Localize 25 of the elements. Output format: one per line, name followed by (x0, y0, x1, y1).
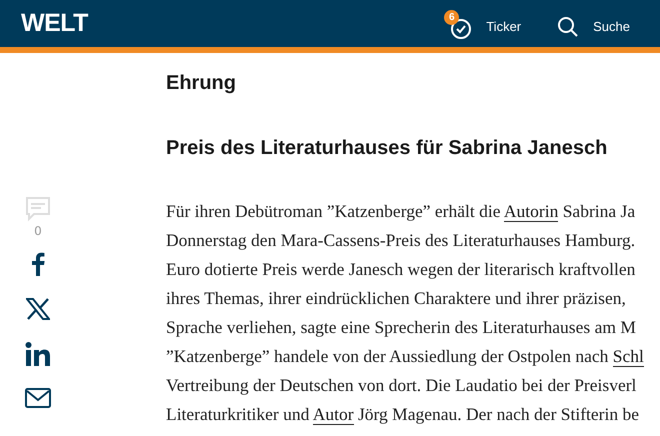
text-run: ”Katzenberge” handele von der Aussiedlung der Ostpolen nach (166, 346, 610, 366)
text-run: Literaturkritiker und (166, 404, 310, 424)
text-run: Euro dotierte Preis werde Janesch wegen der literarisch kraftvollen (166, 259, 636, 279)
comment-count: 0 (34, 224, 42, 238)
facebook-icon[interactable] (31, 252, 45, 276)
search-link[interactable]: Suche (551, 10, 630, 38)
text-run: Sabrina Ja (562, 201, 636, 221)
search-icon (557, 16, 580, 38)
text-run: Für ihren Debütroman ”Katzenberge” erhält die (166, 201, 502, 221)
text-run: Jörg Magenau. Der nach der Stifterin be (356, 404, 640, 424)
text-run: Vertreibung der Deutschen von dort. Die Laudatio bei der Preisverl (166, 375, 636, 395)
article-kicker: Ehrung (166, 72, 237, 95)
linkedin-icon[interactable] (25, 342, 51, 366)
article-headline: Preis des Literaturhauses für Sabrina Janesch (166, 137, 608, 160)
text-link[interactable]: Schl (612, 346, 644, 367)
text-link[interactable]: Autor (312, 404, 354, 425)
text-run: Donnerstag den Mara-Cassens-Preis des Literaturhauses Hamburg. (166, 230, 636, 250)
text-run: ihres Themas, ihrer eindrücklichen Charaktere und ihrer präzisen, (166, 288, 626, 308)
logo[interactable]: WELT (21, 9, 88, 38)
text-link[interactable]: Autorin (504, 201, 558, 222)
notification-badge: 6 (444, 10, 460, 24)
mail-icon[interactable] (25, 388, 51, 408)
text-run: Sprache verliehen, sagte eine Sprecherin des Literaturhauses am M (166, 317, 636, 337)
ticker-link[interactable]: 6 Ticker (444, 8, 522, 40)
x-logo-icon[interactable] (26, 298, 50, 320)
